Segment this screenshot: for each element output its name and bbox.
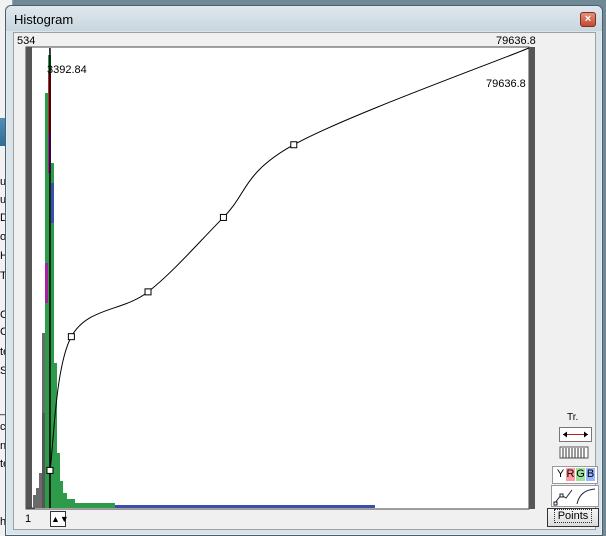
curve-control-point[interactable] — [67, 333, 75, 341]
close-icon: × — [584, 13, 592, 25]
bottom-value-label: 1 — [25, 513, 32, 525]
window-title: Histogram — [14, 12, 74, 27]
histogram-window: Histogram × 534 79636.8 3392.84 79636.8 … — [5, 5, 603, 536]
histogram-bar — [39, 473, 42, 508]
curve-mode-button[interactable] — [551, 485, 599, 507]
channel-g-button[interactable]: G — [576, 468, 585, 481]
peak-marker-label: 3392.84 — [47, 64, 87, 76]
range-expand-button[interactable] — [559, 427, 592, 442]
histogram-bar — [36, 488, 39, 508]
histogram-bar — [63, 493, 67, 508]
histogram-bar — [60, 481, 63, 508]
right-range-handle[interactable] — [529, 47, 535, 509]
histogram-bar — [115, 505, 375, 508]
histogram-bar — [45, 263, 48, 303]
histogram-bar — [57, 453, 60, 508]
curve-control-point[interactable] — [144, 288, 152, 296]
channel-selector: Y R G B — [552, 466, 598, 484]
curve-control-point[interactable] — [46, 466, 54, 474]
curve-control-point[interactable] — [219, 213, 227, 221]
histogram-bar — [51, 183, 54, 223]
histogram-client-area: 534 79636.8 3392.84 79636.8 1 ▲▼ Tr. Y R… — [13, 32, 599, 530]
transform-label: Tr. — [567, 412, 579, 423]
histogram-bar — [33, 495, 36, 508]
updown-arrows-icon: ▲▼ — [51, 514, 69, 524]
title-bar[interactable]: Histogram × — [6, 6, 602, 31]
curve-shapes-icon — [553, 488, 596, 506]
channel-b-button[interactable]: B — [586, 468, 595, 481]
histogram-plot[interactable] — [14, 33, 595, 529]
points-button[interactable]: Points — [547, 508, 599, 527]
channel-y-button[interactable]: Y — [556, 468, 565, 481]
points-button-label: Points — [553, 509, 593, 523]
histogram-bar — [75, 503, 115, 508]
histogram-bar — [42, 413, 45, 508]
curve-control-point[interactable] — [290, 141, 298, 149]
bars-icon — [559, 446, 589, 459]
plot-frame — [25, 46, 530, 510]
histogram-mode-button[interactable] — [559, 446, 592, 460]
double-arrow-icon — [563, 431, 588, 438]
left-range-handle[interactable] — [26, 47, 32, 509]
scale-toggle-button[interactable]: ▲▼ — [50, 511, 69, 527]
histogram-bar — [54, 363, 57, 508]
close-button[interactable]: × — [580, 12, 596, 27]
channel-r-button[interactable]: R — [566, 468, 575, 481]
curve-top-label: 79636.8 — [486, 78, 526, 90]
histogram-bar — [67, 499, 75, 508]
